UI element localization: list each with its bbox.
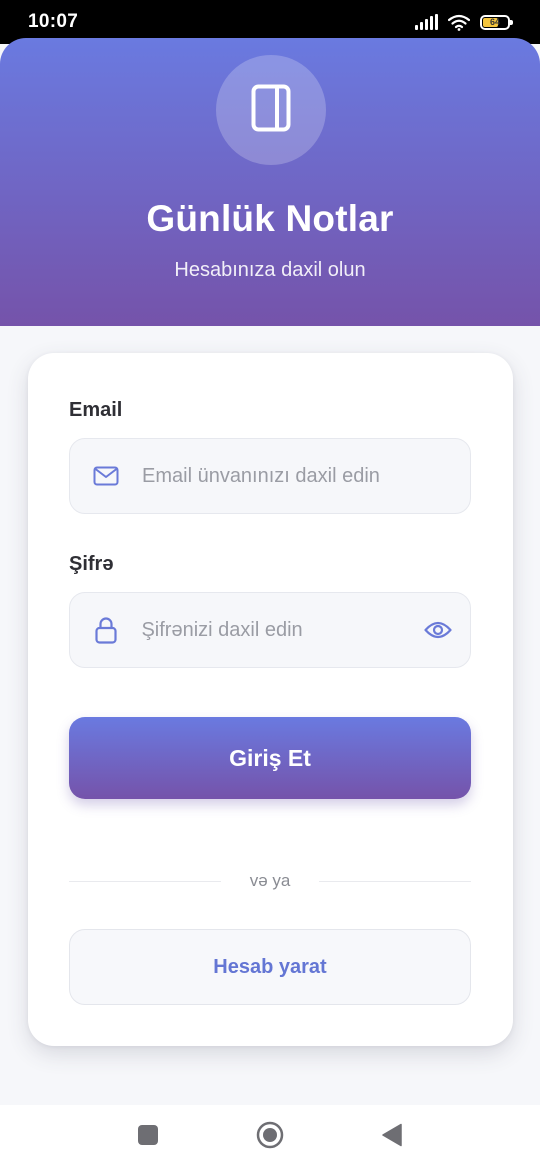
battery-icon: 64: [480, 14, 513, 30]
email-input[interactable]: [142, 439, 470, 513]
back-triangle-icon: [381, 1123, 403, 1152]
status-icons: 64: [415, 14, 513, 31]
square-icon: [137, 1124, 159, 1151]
navigation-bar: [0, 1105, 540, 1170]
battery-level: 64: [489, 17, 500, 27]
create-account-button[interactable]: Hesab yarat: [69, 929, 471, 1005]
login-card: Email Şifrə: [28, 353, 513, 1046]
mail-icon: [70, 466, 142, 486]
email-field[interactable]: [69, 438, 471, 514]
notebook-icon: [251, 84, 291, 137]
back-button[interactable]: [362, 1105, 422, 1170]
header: Günlük Notlar Hesabınıza daxil olun: [0, 38, 540, 326]
recents-button[interactable]: [118, 1105, 178, 1170]
app-subtitle: Hesabınıza daxil olun: [174, 259, 366, 281]
logo-badge: [216, 55, 326, 165]
divider-line-right: [319, 880, 472, 882]
login-button[interactable]: Giriş Et: [69, 717, 471, 799]
password-field[interactable]: [69, 592, 471, 668]
home-button[interactable]: [240, 1105, 300, 1170]
signal-icon: [415, 14, 438, 30]
divider-text: və ya: [249, 871, 291, 890]
divider: və ya: [69, 869, 472, 893]
divider-line-left: [69, 880, 221, 882]
status-time: 10:07: [28, 11, 79, 32]
email-label: Email: [69, 399, 123, 421]
eye-icon[interactable]: [406, 621, 470, 639]
lock-icon: [70, 616, 141, 644]
password-input[interactable]: [141, 593, 407, 667]
login-screen: 10:07 64 Günlük Notlar Hesabınıza daxil …: [0, 0, 540, 1170]
password-label: Şifrə: [69, 553, 114, 575]
app-title: Günlük Notlar: [146, 198, 394, 239]
wifi-icon: [448, 14, 470, 31]
circle-icon: [256, 1121, 284, 1154]
